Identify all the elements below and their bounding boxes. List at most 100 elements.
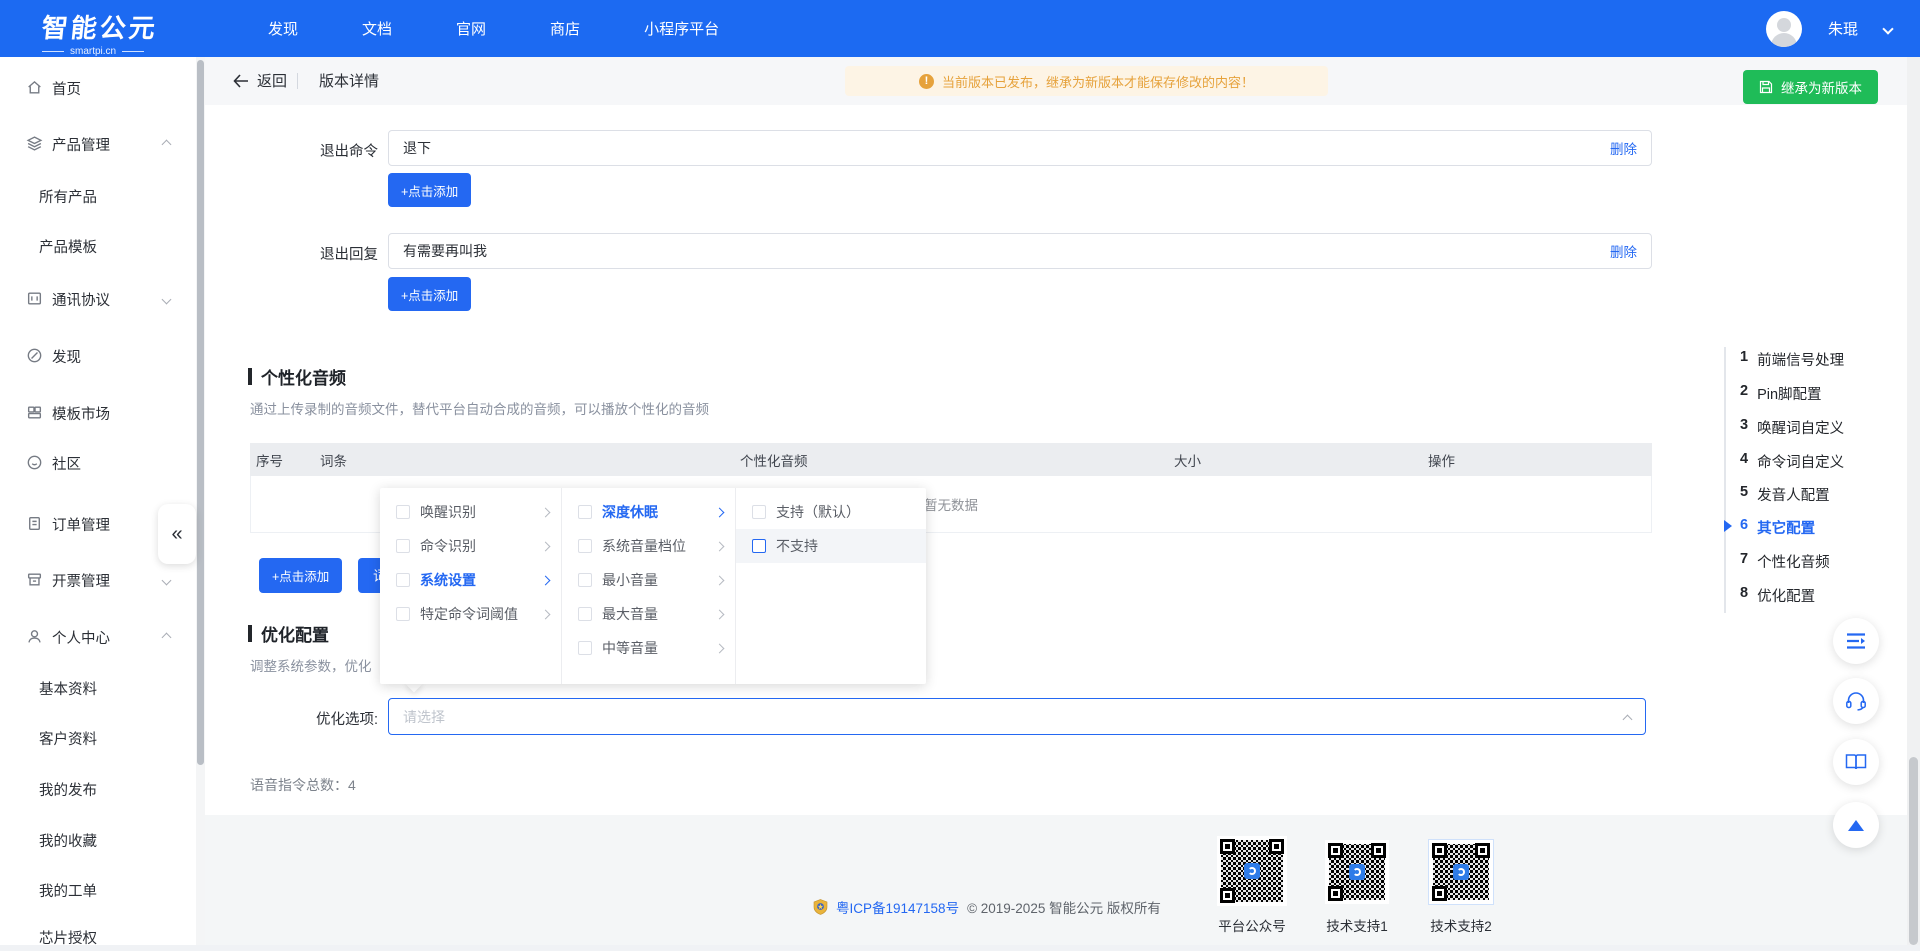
- sidebar-item-personal-center[interactable]: 个人中心: [0, 623, 196, 651]
- anchor-item-other-config[interactable]: 6 其它配置: [1740, 517, 1815, 538]
- checkbox-icon[interactable]: [396, 539, 410, 553]
- protocol-icon: [26, 290, 43, 307]
- checkbox-icon[interactable]: [396, 607, 410, 621]
- sidebar-item-all-products[interactable]: 所有产品: [0, 182, 196, 210]
- nav-item-discover[interactable]: 发现: [268, 18, 298, 39]
- checkbox-icon[interactable]: [752, 539, 766, 553]
- chevron-down-icon[interactable]: [1882, 23, 1893, 34]
- anchor-item-front-signal[interactable]: 1 前端信号处理: [1740, 349, 1844, 370]
- inherit-new-version-button[interactable]: 继承为新版本: [1743, 70, 1878, 104]
- menu-item-not-supported[interactable]: 不支持: [736, 529, 926, 563]
- checkbox-icon[interactable]: [578, 641, 592, 655]
- anchor-item-pin-config[interactable]: 2 Pin脚配置: [1740, 383, 1822, 404]
- inherit-button-label: 继承为新版本: [1781, 77, 1862, 97]
- icp-link[interactable]: 粤ICP备19147158号: [836, 897, 959, 917]
- sidebar-item-template-market[interactable]: 模板市场: [0, 399, 196, 427]
- user-name[interactable]: 朱琨: [1828, 18, 1858, 39]
- sidebar-item-basic-profile[interactable]: 基本资料: [0, 674, 196, 702]
- anchor-item-wake-word[interactable]: 3 唤醒词自定义: [1740, 417, 1844, 438]
- sidebar-scrollbar-thumb[interactable]: [197, 60, 204, 765]
- menu-item-max-volume[interactable]: 最大音量: [562, 597, 735, 631]
- headset-icon: [1845, 691, 1867, 711]
- window-scrollbar-thumb[interactable]: [1909, 757, 1918, 945]
- back-button[interactable]: 返回: [233, 70, 287, 91]
- menu-item-medium-volume[interactable]: 中等音量: [562, 631, 735, 665]
- sidebar-item-protocol[interactable]: 通讯协议: [0, 285, 196, 313]
- anchor-item-personal-audio[interactable]: 7 个性化音频: [1740, 551, 1830, 572]
- sidebar-item-home[interactable]: 首页: [0, 74, 196, 102]
- sidebar-item-label: 产品模板: [39, 236, 97, 257]
- exit-reply-add-button[interactable]: +点击添加: [388, 277, 471, 311]
- exit-reply-input[interactable]: 有需要再叫我 删除: [388, 233, 1652, 269]
- total-value: 4: [348, 777, 356, 793]
- chevron-down-icon[interactable]: [162, 576, 172, 586]
- sidebar-item-label: 基本资料: [39, 678, 97, 699]
- app-logo[interactable]: 智能公元 smartpi.cn: [42, 8, 158, 57]
- menu-item-supported-default[interactable]: 支持（默认）: [736, 495, 926, 529]
- nav-item-store[interactable]: 商店: [550, 18, 580, 39]
- window-scrollbar[interactable]: [1907, 57, 1920, 945]
- home-icon: [26, 79, 43, 96]
- nav-item-docs[interactable]: 文档: [362, 18, 392, 39]
- sidebar-item-invoice-management[interactable]: 开票管理: [0, 566, 196, 594]
- back-label: 返回: [257, 70, 287, 91]
- optimize-description: 调整系统参数，优化: [250, 655, 372, 675]
- personal-audio-description: 通过上传录制的音频文件，替代平台自动合成的音频，可以播放个性化的音频: [250, 398, 709, 418]
- exit-command-delete-link[interactable]: 删除: [1610, 138, 1637, 158]
- sidebar-item-chip-authorization[interactable]: 芯片授权: [0, 923, 196, 951]
- anchor-item-speaker-config[interactable]: 5 发音人配置: [1740, 484, 1830, 505]
- exit-command-add-button[interactable]: +点击添加: [388, 173, 471, 207]
- chevron-up-icon[interactable]: [162, 140, 172, 150]
- anchor-item-command-word[interactable]: 4 命令词自定义: [1740, 451, 1844, 472]
- checkbox-icon[interactable]: [578, 573, 592, 587]
- sidebar-item-product-management[interactable]: 产品管理: [0, 130, 196, 158]
- anchor-label: 优化配置: [1757, 585, 1815, 606]
- menu-item-system-volume-level[interactable]: 系统音量档位: [562, 529, 735, 563]
- checkbox-icon[interactable]: [578, 607, 592, 621]
- anchor-item-optimize-config[interactable]: 8 优化配置: [1740, 585, 1815, 606]
- section-title-text: 个性化音频: [261, 364, 346, 389]
- menu-item-command-recognition[interactable]: 命令识别: [380, 529, 561, 563]
- sidebar-collapse-button[interactable]: «: [158, 504, 196, 564]
- sidebar-item-product-templates[interactable]: 产品模板: [0, 232, 196, 260]
- checkbox-icon[interactable]: [578, 539, 592, 553]
- nav-item-miniprogram[interactable]: 小程序平台: [644, 18, 719, 39]
- chevron-up-icon[interactable]: [162, 633, 172, 643]
- checkbox-icon[interactable]: [578, 505, 592, 519]
- warning-icon: !: [919, 74, 934, 89]
- menu-item-deep-sleep[interactable]: 深度休眠: [562, 495, 735, 529]
- docs-fab[interactable]: [1833, 739, 1879, 785]
- column-header-size: 大小: [1168, 450, 1422, 470]
- sidebar-item-label: 通讯协议: [52, 289, 110, 310]
- sidebar-item-my-favorites[interactable]: 我的收藏: [0, 826, 196, 854]
- chevron-right-icon: [715, 609, 725, 619]
- back-to-top-fab[interactable]: [1833, 802, 1879, 848]
- sidebar-item-discover[interactable]: 发现: [0, 342, 196, 370]
- optimize-option-select[interactable]: 请选择: [388, 698, 1646, 735]
- chevron-down-icon[interactable]: [162, 295, 172, 305]
- sidebar-item-community[interactable]: 社区: [0, 449, 196, 477]
- avatar[interactable]: [1766, 11, 1802, 47]
- select-placeholder: 请选择: [403, 707, 1624, 727]
- sidebar-item-customer-profile[interactable]: 客户资料: [0, 724, 196, 752]
- anchor-label: 前端信号处理: [1757, 349, 1844, 370]
- nav-item-official-site[interactable]: 官网: [456, 18, 486, 39]
- menu-item-min-volume[interactable]: 最小音量: [562, 563, 735, 597]
- checkbox-icon[interactable]: [396, 573, 410, 587]
- checkbox-icon[interactable]: [396, 505, 410, 519]
- support-fab[interactable]: [1833, 678, 1879, 724]
- menu-item-label: 最小音量: [602, 570, 716, 590]
- menu-item-label: 特定命令词阈值: [420, 604, 542, 624]
- sidebar-item-my-tickets[interactable]: 我的工单: [0, 876, 196, 904]
- checkbox-icon[interactable]: [752, 505, 766, 519]
- exit-reply-delete-link[interactable]: 删除: [1610, 241, 1637, 261]
- menu-item-wake-recognition[interactable]: 唤醒识别: [380, 495, 561, 529]
- sidebar-scrollbar[interactable]: [196, 57, 205, 945]
- personal-audio-add-button[interactable]: +点击添加: [259, 558, 342, 593]
- sidebar-item-label: 产品管理: [52, 134, 110, 155]
- menu-item-system-settings[interactable]: 系统设置: [380, 563, 561, 597]
- menu-item-specific-command-threshold[interactable]: 特定命令词阈值: [380, 597, 561, 631]
- anchor-toggle-fab[interactable]: [1833, 618, 1879, 664]
- exit-command-input[interactable]: 退下 删除: [388, 130, 1652, 166]
- sidebar-item-my-publications[interactable]: 我的发布: [0, 775, 196, 803]
